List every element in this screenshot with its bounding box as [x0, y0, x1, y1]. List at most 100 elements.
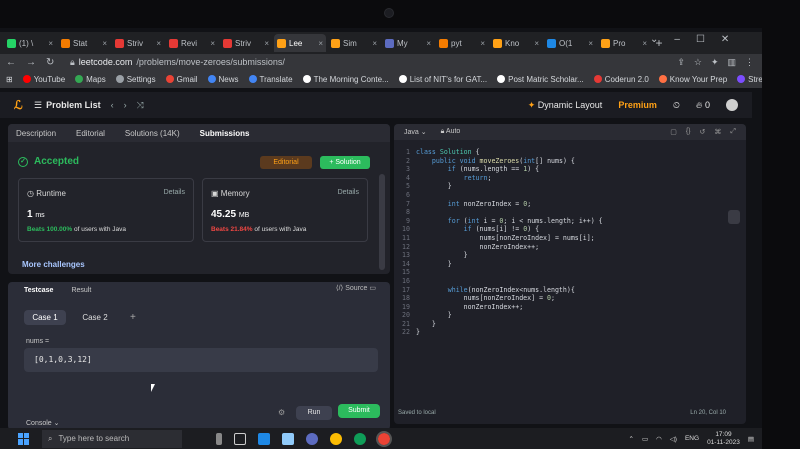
browser-tab[interactable]: Sim × — [328, 34, 380, 52]
close-window-icon[interactable]: ✕ — [721, 34, 729, 45]
bookmark-item[interactable]: Post Matric Scholar... — [497, 75, 584, 84]
close-tab-icon[interactable]: × — [210, 39, 215, 48]
language-indicator[interactable]: ENG — [685, 435, 699, 442]
more-challenges-link[interactable]: More challenges — [22, 260, 85, 269]
memory-details-link[interactable]: Details — [338, 189, 359, 196]
sidebar-icon[interactable]: ▥ — [727, 57, 736, 68]
shuffle-icon[interactable]: ⤨ — [137, 100, 144, 111]
close-tab-icon[interactable]: × — [534, 39, 539, 48]
browser-tab[interactable]: pyt × — [436, 34, 488, 52]
run-button[interactable]: Run — [296, 406, 332, 420]
bookmark-item[interactable]: Settings — [115, 75, 156, 84]
file-explorer-icon[interactable] — [282, 432, 294, 445]
premium-link[interactable]: Premium — [618, 100, 657, 110]
close-tab-icon[interactable]: × — [642, 39, 647, 48]
tab-testcase[interactable]: Testcase — [24, 287, 53, 294]
bookmark-item[interactable]: Translate — [248, 75, 293, 84]
settings-icon[interactable]: ⚙ — [278, 408, 285, 417]
close-tab-icon[interactable]: × — [48, 39, 53, 48]
bookmark-item[interactable]: Gmail — [165, 75, 198, 84]
bookmark-item[interactable]: Know Your Prep — [658, 75, 727, 84]
url-field[interactable]: 🔒︎ leetcode.com/problems/move-zeroes/sub… — [70, 57, 677, 68]
tab-solutions[interactable]: Solutions (14K) — [125, 129, 180, 138]
shortcuts-icon[interactable]: ⌘ — [714, 128, 721, 136]
code-area[interactable]: 1 class Solution { 2 public void moveZero… — [394, 148, 746, 337]
tab-submissions[interactable]: Submissions — [200, 129, 250, 138]
bookmark-item[interactable]: Maps — [75, 75, 106, 84]
list-icon[interactable]: ☰ — [34, 100, 42, 111]
bookmark-item[interactable]: News — [207, 75, 239, 84]
browser-tab[interactable]: (1) \ × — [4, 34, 56, 52]
reset-icon[interactable]: ↺ — [700, 128, 706, 136]
submit-button[interactable]: Submit — [338, 404, 380, 418]
leetcode-logo-icon[interactable]: ℒ — [14, 99, 26, 111]
bookmark-item[interactable]: List of NIT's for GAT... — [398, 75, 487, 84]
solution-button[interactable]: + Solution — [320, 156, 370, 169]
bookmark-item[interactable]: The Morning Conte... — [302, 75, 389, 84]
bookmark-item[interactable]: YouTube — [22, 75, 65, 84]
clock[interactable]: 17:09 01-11-2023 — [707, 431, 740, 447]
app-icon[interactable] — [306, 432, 318, 445]
volume-icon[interactable]: ◁) — [670, 435, 677, 443]
battery-icon[interactable]: ▭ — [642, 435, 648, 443]
task-view-icon[interactable] — [234, 432, 246, 445]
tab-editorial[interactable]: Editorial — [76, 129, 105, 138]
browser-tab[interactable]: Revi × — [166, 34, 218, 52]
notes-icon[interactable] — [728, 210, 740, 224]
bookmark-item[interactable]: Coderun 2.0 — [593, 75, 649, 84]
streak-counter[interactable]: 🔥︎ 0 — [696, 100, 710, 111]
browser-tab[interactable]: Stat × — [58, 34, 110, 52]
case-2-tab[interactable]: Case 2 — [74, 310, 116, 325]
menu-icon[interactable]: ⋮ — [745, 57, 754, 68]
browser-tab[interactable]: O(1 × — [544, 34, 596, 52]
close-tab-icon[interactable]: × — [264, 39, 269, 48]
language-select[interactable]: Java ⌄ — [404, 128, 427, 136]
chrome-icon[interactable] — [330, 432, 342, 445]
browser-tab[interactable]: Striv × — [220, 34, 272, 52]
vscode-icon[interactable] — [258, 432, 270, 445]
nums-input[interactable]: [0,1,0,3,12] — [24, 348, 378, 372]
minimize-icon[interactable]: – — [674, 34, 680, 45]
add-case-icon[interactable]: + — [130, 312, 136, 323]
runtime-details-link[interactable]: Details — [164, 189, 185, 196]
timer-icon[interactable]: ⏲ — [673, 100, 680, 111]
tray-chevron-icon[interactable]: ⌃ — [629, 435, 634, 443]
browser-tab[interactable]: Lee × — [274, 34, 326, 52]
bookmark-item[interactable]: Stream — [737, 75, 762, 84]
close-tab-icon[interactable]: × — [588, 39, 593, 48]
apps-icon[interactable]: ⊞ — [6, 75, 13, 84]
close-tab-icon[interactable]: × — [318, 39, 323, 48]
fullscreen-icon[interactable]: ⤢ — [730, 128, 736, 136]
star-icon[interactable]: ☆ — [694, 57, 702, 68]
code-editor[interactable]: Java ⌄ 🔒︎ Auto ▢ {} ↺ ⌘ ⤢ 1 class Solutio… — [394, 124, 746, 424]
close-tab-icon[interactable]: × — [156, 39, 161, 48]
taskbar-search[interactable]: ⌕ Type here to search — [42, 429, 182, 448]
prev-problem-icon[interactable]: ‹ — [111, 100, 114, 110]
mic-icon[interactable] — [216, 432, 222, 445]
tab-result[interactable]: Result — [71, 287, 91, 294]
windows-start-icon[interactable] — [18, 432, 32, 445]
source-button[interactable]: ⟨/⟩ Source ▭ — [336, 284, 376, 292]
forward-icon[interactable]: → — [26, 57, 36, 68]
profile-icon[interactable]: ⌄ — [650, 34, 658, 45]
wifi-icon[interactable]: ◠ — [656, 435, 662, 443]
close-tab-icon[interactable]: × — [480, 39, 485, 48]
notifications-icon[interactable]: ▤ — [748, 435, 754, 443]
auto-toggle[interactable]: 🔒︎ Auto — [441, 128, 461, 136]
close-tab-icon[interactable]: × — [102, 39, 107, 48]
close-tab-icon[interactable]: × — [426, 39, 431, 48]
browser-tab[interactable]: Pro × — [598, 34, 650, 52]
browser-tab[interactable]: My × — [382, 34, 434, 52]
back-icon[interactable]: ← — [6, 57, 16, 68]
chrome-active-icon[interactable] — [376, 430, 392, 447]
editorial-button[interactable]: Editorial — [260, 156, 312, 169]
case-1-tab[interactable]: Case 1 — [24, 310, 66, 325]
left-scrollbar[interactable] — [379, 174, 385, 270]
avatar[interactable] — [726, 99, 738, 111]
bookmark-icon[interactable]: ▢ — [670, 128, 677, 136]
edge-icon[interactable] — [354, 432, 366, 445]
browser-tab[interactable]: Kno × — [490, 34, 542, 52]
extension-icon[interactable]: ✦ — [711, 57, 719, 68]
tab-description[interactable]: Description — [16, 129, 56, 138]
problem-list-link[interactable]: Problem List — [46, 100, 101, 110]
